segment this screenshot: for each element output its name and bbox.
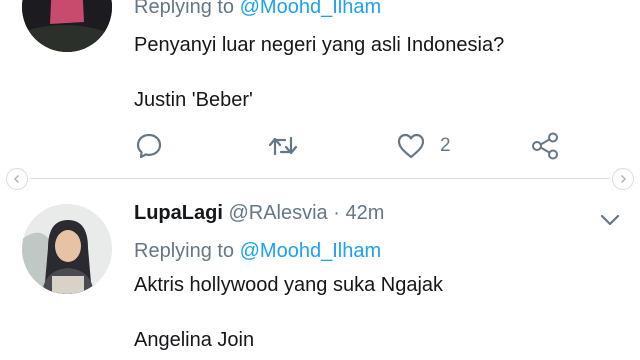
replying-to-handle[interactable]: @Moohd_Ilham [240,240,381,262]
tweet-text-line-1: Aktris hollywood yang suka Ngajak [134,274,444,296]
divider-line [30,178,610,179]
reply-button[interactable] [134,128,164,164]
tweet-text-line-2: Angelina Join [134,329,255,351]
scroll-right-button[interactable] [612,168,634,190]
display-name[interactable]: LupaLagi [134,202,223,224]
avatar[interactable] [22,204,112,294]
share-button[interactable] [530,128,560,164]
chevron-down-icon [600,214,620,226]
replying-to-line: Replying to @Moohd_Ilham [134,240,381,263]
tweet-text-line-2: Justin 'Beber' [134,89,253,111]
replying-to-line: Replying to @Moohd_Ilham [134,0,381,19]
username[interactable]: @RAlesvia [228,202,327,224]
tweet-divider [0,166,640,190]
avatar-image [22,0,112,52]
tweet-actions: 2 [0,128,640,164]
like-button[interactable]: 2 [396,128,451,164]
chevron-left-icon [13,174,20,184]
tweet-menu-button[interactable] [598,210,622,230]
replying-to-label: Replying to [134,240,240,262]
comment-icon [136,133,162,159]
avatar-image [22,204,112,294]
tweet-2[interactable]: LupaLagi @RAlesvia · 42m Replying to @Mo… [0,190,640,360]
avatar[interactable] [22,0,112,52]
tweet-1[interactable]: Replying to @Moohd_Ilham Penyanyi luar n… [0,0,640,166]
like-count: 2 [440,135,451,156]
separator-dot: · [327,202,346,224]
replying-to-handle[interactable]: @Moohd_Ilham [240,0,381,18]
retweet-button[interactable] [266,128,300,164]
scroll-left-button[interactable] [6,168,28,190]
retweet-icon [268,136,298,156]
tweet-text-line-1: Penyanyi luar negeri yang asli Indonesia… [134,34,505,56]
share-icon [532,132,558,160]
timestamp[interactable]: 42m [345,202,384,224]
chevron-right-icon [620,174,627,184]
heart-icon [397,133,425,159]
tweet-header: LupaLagi @RAlesvia · 42m [134,202,384,225]
replying-to-label: Replying to [134,0,240,18]
